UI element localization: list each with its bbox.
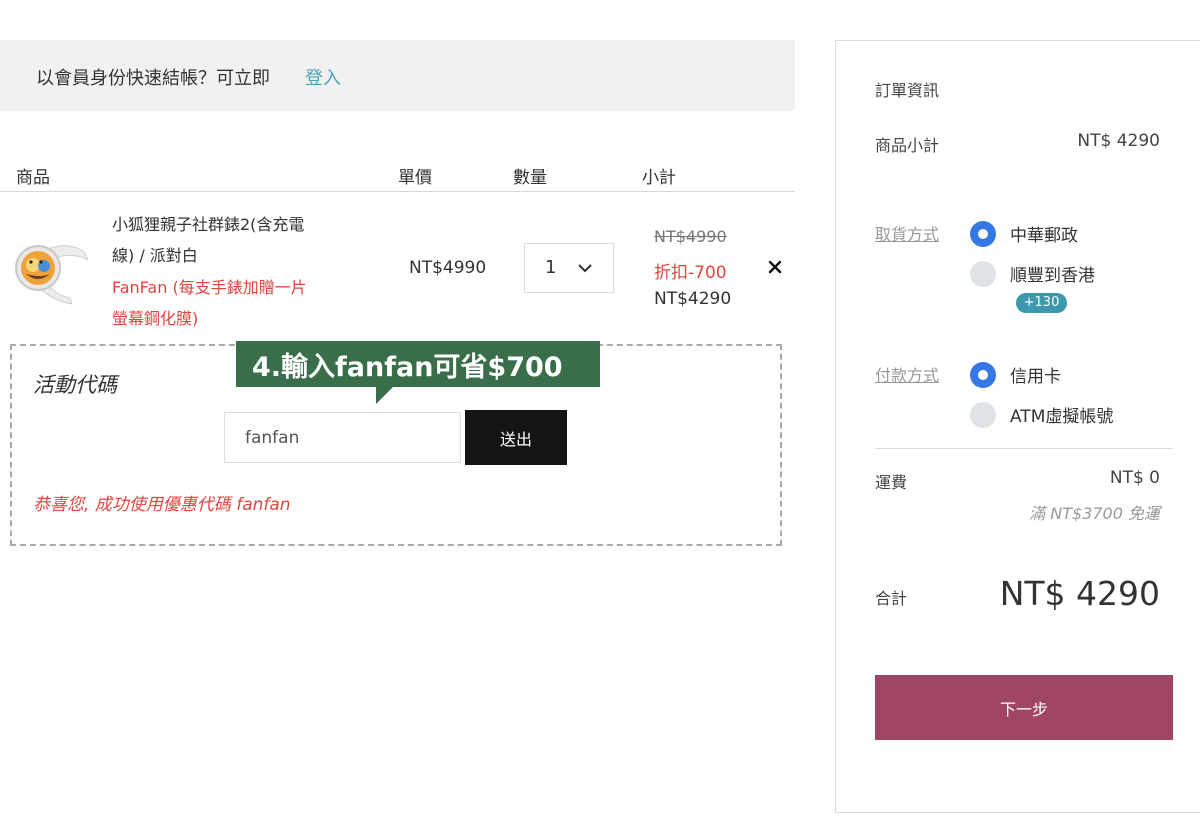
- points-badge: +130: [1016, 293, 1067, 313]
- subtotal-label: 商品小計: [875, 136, 940, 155]
- product-name-line-2[interactable]: 線) / 派對白: [112, 242, 198, 266]
- product-variant-line-1: FanFan (每支手錶加贈一片: [112, 278, 307, 297]
- summary-divider: [875, 448, 1173, 449]
- shipping-value: NT$ 0: [1109, 468, 1160, 488]
- promo-code-title: 活動代碼: [33, 373, 117, 397]
- shipping-label: 運費: [875, 473, 908, 492]
- discount-amount: 折扣-700: [654, 263, 727, 283]
- login-link[interactable]: 登入: [305, 64, 341, 90]
- pickup-option-radio-post[interactable]: [970, 221, 996, 247]
- table-header-divider: [0, 191, 795, 192]
- subtotal-value: NT$ 4290: [1077, 131, 1160, 151]
- pickup-method-label[interactable]: 取貨方式: [875, 221, 939, 245]
- close-icon[interactable]: [765, 257, 785, 277]
- grand-total-value: NT$ 4290: [999, 574, 1160, 613]
- product-name-line-1[interactable]: 小狐狸親子社群錶2(含充電: [112, 211, 304, 235]
- chevron-down-icon: [578, 264, 592, 273]
- pickup-option-radio-sf[interactable]: [970, 261, 996, 287]
- pickup-option-sf-label[interactable]: 順豐到香港: [1010, 261, 1095, 286]
- annotation-text: 4.輸入fanfan可省$700: [252, 352, 563, 383]
- pickup-option-post-label[interactable]: 中華郵政: [1010, 221, 1078, 246]
- payment-option-radio-credit[interactable]: [970, 362, 996, 388]
- quantity-select[interactable]: 1: [524, 243, 614, 293]
- payment-option-credit-label[interactable]: 信用卡: [1010, 362, 1061, 387]
- annotation-callout-tail: [376, 386, 394, 404]
- unit-price: NT$4990: [409, 258, 487, 278]
- promo-submit-button[interactable]: 送出: [465, 410, 567, 465]
- payment-option-atm-label[interactable]: ATM虛擬帳號: [1010, 402, 1113, 427]
- promo-success-message: 恭喜您, 成功使用優惠代碼 fanfan: [33, 495, 291, 515]
- quantity-value: 1: [545, 257, 557, 278]
- order-summary-title: 訂單資訊: [875, 81, 940, 100]
- column-header-unit-price: 單價: [398, 168, 432, 188]
- column-header-subtotal: 小計: [642, 168, 676, 188]
- free-shipping-note: 滿 NT$3700 免運: [1029, 504, 1160, 523]
- next-step-button[interactable]: 下一步: [875, 675, 1173, 740]
- product-watch-image[interactable]: [10, 230, 88, 306]
- column-header-quantity: 數量: [513, 168, 547, 188]
- login-prompt: 以會員身份快速結帳？可立即: [36, 68, 270, 89]
- total-label: 合計: [875, 589, 908, 608]
- payment-method-label[interactable]: 付款方式: [875, 362, 939, 386]
- column-header-product: 商品: [16, 168, 50, 188]
- original-subtotal: NT$4990: [654, 227, 727, 246]
- payment-option-radio-atm[interactable]: [970, 402, 996, 428]
- product-variant-line-2: 螢幕鋼化膜): [112, 309, 199, 328]
- final-subtotal: NT$4290: [654, 289, 732, 309]
- promo-code-input[interactable]: [224, 412, 461, 463]
